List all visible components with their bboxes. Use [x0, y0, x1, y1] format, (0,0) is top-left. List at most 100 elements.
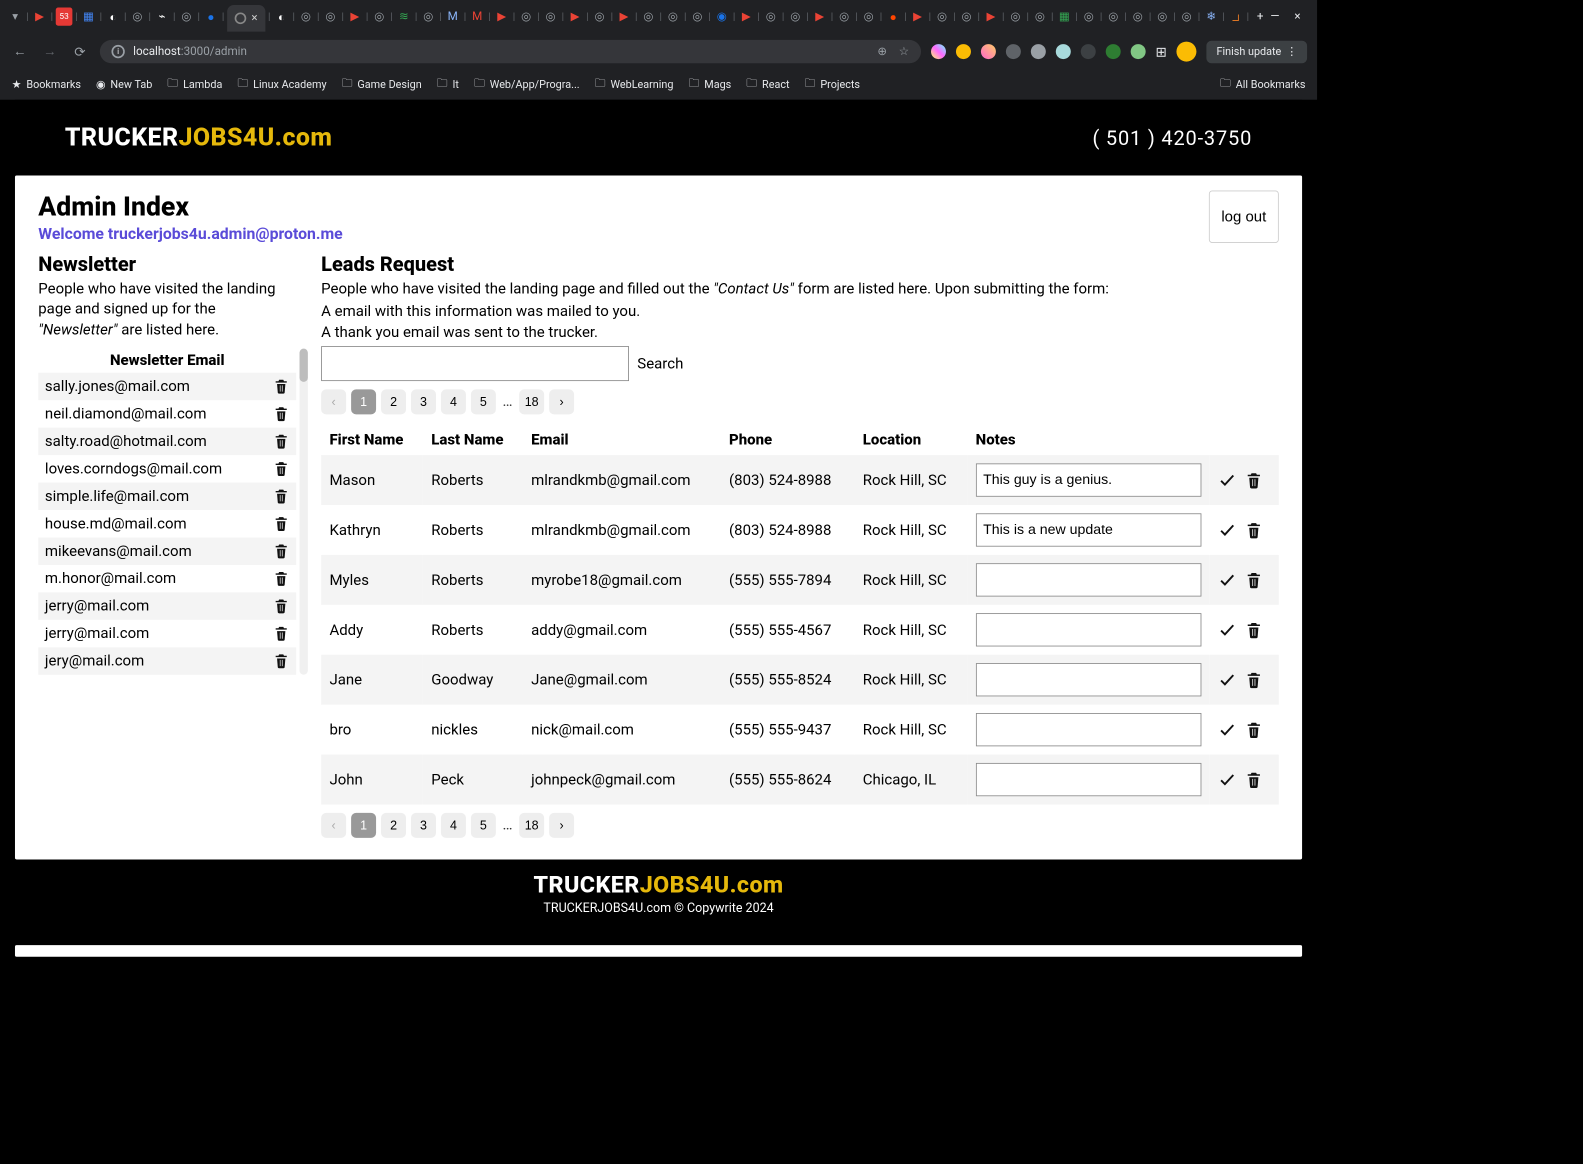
bookmarks-star[interactable]: ★ Bookmarks: [12, 79, 81, 91]
tab-favicon[interactable]: ⌁: [153, 7, 170, 25]
trash-icon[interactable]: [1244, 671, 1262, 689]
check-icon[interactable]: [1218, 571, 1236, 589]
tab-favicon[interactable]: ▦: [80, 7, 97, 25]
pager-page[interactable]: 2: [381, 390, 406, 415]
active-tab[interactable]: ×: [227, 5, 266, 32]
tab-favicon[interactable]: ◎: [591, 7, 608, 25]
new-tab-button[interactable]: +: [1252, 7, 1269, 25]
check-icon[interactable]: [1218, 671, 1236, 689]
tab-favicon[interactable]: ●: [202, 7, 219, 25]
tab-favicon[interactable]: 53: [56, 7, 73, 25]
pager-prev[interactable]: ‹: [321, 813, 346, 838]
pager-last[interactable]: 18: [519, 813, 544, 838]
tab-favicon[interactable]: ◎: [542, 7, 559, 25]
trash-icon[interactable]: [1244, 521, 1262, 539]
tab-favicon[interactable]: ◉: [713, 7, 730, 25]
trash-icon[interactable]: [273, 488, 290, 505]
back-button[interactable]: ←: [10, 43, 30, 60]
close-window-icon[interactable]: ×: [1294, 10, 1300, 23]
tab-favicon[interactable]: ◎: [178, 7, 195, 25]
tab-favicon[interactable]: ▶: [493, 7, 510, 25]
profile-avatar[interactable]: [1177, 42, 1197, 62]
tab-favicon[interactable]: ◎: [1031, 7, 1048, 25]
trash-icon[interactable]: [273, 460, 290, 477]
trash-icon[interactable]: [1244, 571, 1262, 589]
trash-icon[interactable]: [273, 598, 290, 615]
extension-icon[interactable]: [1081, 44, 1096, 59]
tab-favicon[interactable]: ◐: [105, 7, 122, 25]
tab-favicon[interactable]: M: [444, 7, 461, 25]
tab-favicon[interactable]: ◎: [1129, 7, 1146, 25]
all-bookmarks[interactable]: 🗀 All Bookmarks: [1220, 76, 1305, 94]
check-icon[interactable]: [1218, 521, 1236, 539]
extension-icon[interactable]: [956, 44, 971, 59]
trash-icon[interactable]: [273, 653, 290, 670]
search-input[interactable]: [321, 346, 629, 381]
check-icon[interactable]: [1218, 471, 1236, 489]
trash-icon[interactable]: [273, 625, 290, 642]
pager-next[interactable]: ›: [549, 813, 574, 838]
reload-button[interactable]: ⟳: [70, 44, 90, 60]
notes-input[interactable]: [976, 564, 1202, 597]
extension-icon[interactable]: [1106, 44, 1121, 59]
tab-favicon[interactable]: ▶: [909, 7, 926, 25]
tab-favicon[interactable]: ◎: [322, 7, 339, 25]
trash-icon[interactable]: [1244, 471, 1262, 489]
bm-folder[interactable]: 🗀 WebLearning: [595, 76, 674, 94]
tab-favicon[interactable]: ◎: [1007, 7, 1024, 25]
bm-folder[interactable]: 🗀 Linux Academy: [237, 76, 326, 94]
bm-folder[interactable]: 🗀 Lambda: [167, 76, 222, 94]
pager-page[interactable]: 4: [441, 390, 466, 415]
tab-favicon[interactable]: ◐: [273, 7, 290, 25]
star-icon[interactable]: ☆: [899, 45, 909, 58]
bm-folder[interactable]: 🗀 It: [437, 76, 459, 94]
tab-favicon[interactable]: ◎: [1105, 7, 1122, 25]
tab-favicon[interactable]: ▶: [346, 7, 363, 25]
bm-folder[interactable]: 🗀 React: [746, 76, 789, 94]
bm-folder[interactable]: 🗀 Mags: [688, 76, 731, 94]
check-icon[interactable]: [1218, 621, 1236, 639]
tab-favicon[interactable]: ◎: [958, 7, 975, 25]
tab-favicon[interactable]: ◎: [934, 7, 951, 25]
trash-icon[interactable]: [273, 433, 290, 450]
trash-icon[interactable]: [273, 378, 290, 395]
tab-favicon[interactable]: ▶: [31, 7, 48, 25]
logout-button[interactable]: log out: [1209, 191, 1279, 243]
tab-favicon[interactable]: ◎: [518, 7, 535, 25]
tab-favicon[interactable]: ◎: [371, 7, 388, 25]
zoom-icon[interactable]: ⊕: [877, 45, 887, 58]
notes-input[interactable]: [976, 514, 1202, 547]
tab-favicon[interactable]: ◎: [1178, 7, 1195, 25]
tab-favicon[interactable]: ●: [885, 7, 902, 25]
pager-page[interactable]: 2: [381, 813, 406, 838]
minimize-icon[interactable]: —: [1270, 10, 1279, 23]
close-icon[interactable]: ×: [251, 12, 257, 25]
tab-favicon[interactable]: ◎: [1154, 7, 1171, 25]
omnibox[interactable]: i localhost:3000/admin ⊕ ☆: [100, 40, 921, 63]
tab-favicon[interactable]: ▶: [983, 7, 1000, 25]
tab-favicon[interactable]: ◎: [664, 7, 681, 25]
pager-page[interactable]: 1: [351, 813, 376, 838]
trash-icon[interactable]: [273, 515, 290, 532]
tab-favicon[interactable]: ▶: [567, 7, 584, 25]
tab-favicon[interactable]: ◎: [860, 7, 877, 25]
tab-favicon[interactable]: ▶: [811, 7, 828, 25]
bm-folder[interactable]: 🗀 Web/App/Progra...: [474, 76, 580, 94]
tab-favicon[interactable]: ◎: [787, 7, 804, 25]
site-info-icon[interactable]: i: [111, 45, 124, 58]
extension-icon[interactable]: [1006, 44, 1021, 59]
notes-input[interactable]: [976, 713, 1202, 746]
trash-icon[interactable]: [273, 543, 290, 560]
extension-icon[interactable]: [1056, 44, 1071, 59]
tab-favicon[interactable]: ◎: [762, 7, 779, 25]
finish-update-button[interactable]: Finish update⋮: [1207, 40, 1308, 62]
bm-folder[interactable]: 🗀 Projects: [805, 76, 860, 94]
pager-next[interactable]: ›: [549, 390, 574, 415]
tab-favicon[interactable]: ❄: [1203, 7, 1220, 25]
scrollbar[interactable]: [300, 349, 308, 675]
bm-newtab[interactable]: ◉ New Tab: [96, 79, 152, 91]
check-icon[interactable]: [1218, 771, 1236, 789]
tab-favicon[interactable]: ◎: [420, 7, 437, 25]
tab-favicon[interactable]: ▶: [616, 7, 633, 25]
tab-favicon[interactable]: ◎: [297, 7, 314, 25]
